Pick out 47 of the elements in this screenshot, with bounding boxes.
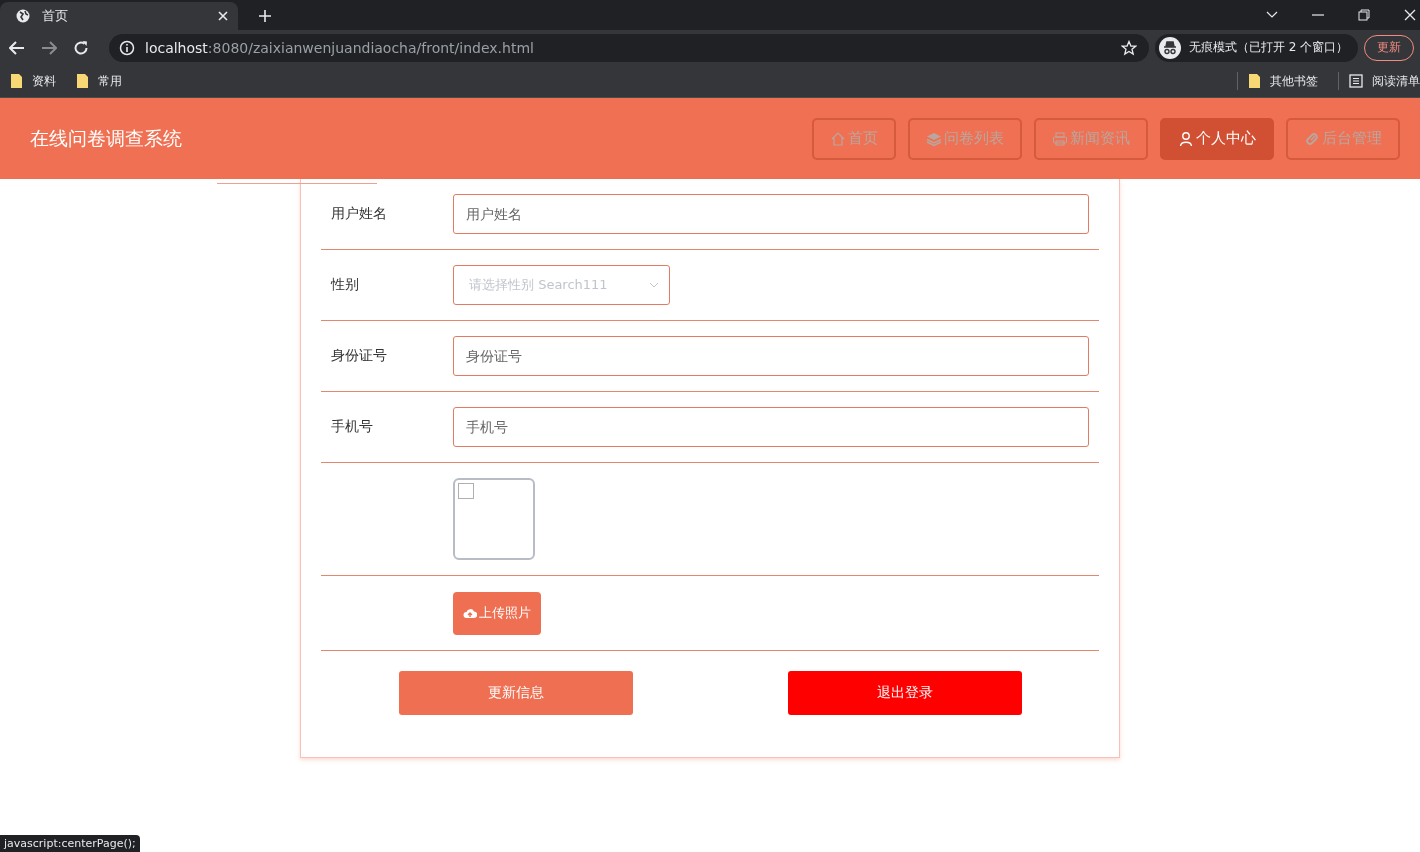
nav-button[interactable]: 个人中心: [1160, 117, 1274, 160]
input-field[interactable]: 身份证号: [453, 336, 1089, 376]
chevron-down-icon[interactable]: [1266, 11, 1278, 19]
folder-icon: [10, 73, 23, 89]
field-label: 性别: [331, 276, 359, 292]
status-bar: javascript:centerPage();: [0, 835, 140, 852]
reload-icon[interactable]: [73, 39, 89, 56]
field-label: 手机号: [331, 418, 373, 434]
field-label: 用户姓名: [331, 205, 387, 221]
folder-icon: [1248, 73, 1261, 89]
link-icon: [1304, 130, 1320, 147]
update-info-button[interactable]: 更新信息: [398, 671, 633, 715]
tab-title: 首页: [42, 7, 69, 25]
bookmark-item[interactable]: 阅读清单: [1349, 72, 1420, 90]
bookmark-item[interactable]: 其他书签: [1248, 72, 1318, 90]
url-text: localhost:8080/zaixianwenjuandiaocha/front/index.html: [145, 39, 535, 56]
close-icon[interactable]: [1404, 9, 1416, 21]
layers-icon: [926, 130, 942, 147]
logout-button[interactable]: 退出登录: [787, 671, 1022, 715]
restore-icon[interactable]: [1358, 9, 1370, 21]
bookmark-item[interactable]: 常用: [76, 72, 122, 90]
folder-icon: [76, 73, 89, 89]
cloud-upload-icon: [463, 607, 477, 619]
new-tab-icon[interactable]: [258, 9, 272, 23]
address-bar[interactable]: localhost:8080/zaixianwenjuandiaocha/front/index.html: [109, 33, 1149, 62]
incognito-icon: [1159, 36, 1181, 59]
home-icon: [830, 130, 846, 147]
user-icon: [1178, 130, 1194, 147]
chevron-down-icon: [649, 282, 659, 288]
incognito-label: 无痕模式（已打开 2 个窗口）: [1189, 39, 1349, 56]
info-icon: [119, 39, 135, 56]
back-icon[interactable]: [9, 40, 25, 55]
input-field[interactable]: 用户姓名: [453, 194, 1089, 234]
incognito-badge[interactable]: 无痕模式（已打开 2 个窗口）: [1155, 33, 1359, 62]
list-icon: [1349, 74, 1363, 88]
close-icon[interactable]: [218, 11, 228, 21]
browser-tab[interactable]: 首页: [0, 2, 238, 30]
broken-image-icon: [458, 483, 474, 499]
globe-icon: [16, 9, 30, 23]
printer-icon: [1052, 130, 1068, 147]
bookmark-item[interactable]: 资料: [10, 72, 56, 90]
forward-icon[interactable]: [41, 40, 57, 55]
upload-button[interactable]: 上传照片: [453, 591, 541, 635]
input-field[interactable]: 手机号: [453, 407, 1089, 447]
site-title: 在线问卷调查系统: [30, 125, 183, 151]
star-icon[interactable]: [1121, 39, 1137, 56]
field-label: 身份证号: [331, 347, 387, 363]
